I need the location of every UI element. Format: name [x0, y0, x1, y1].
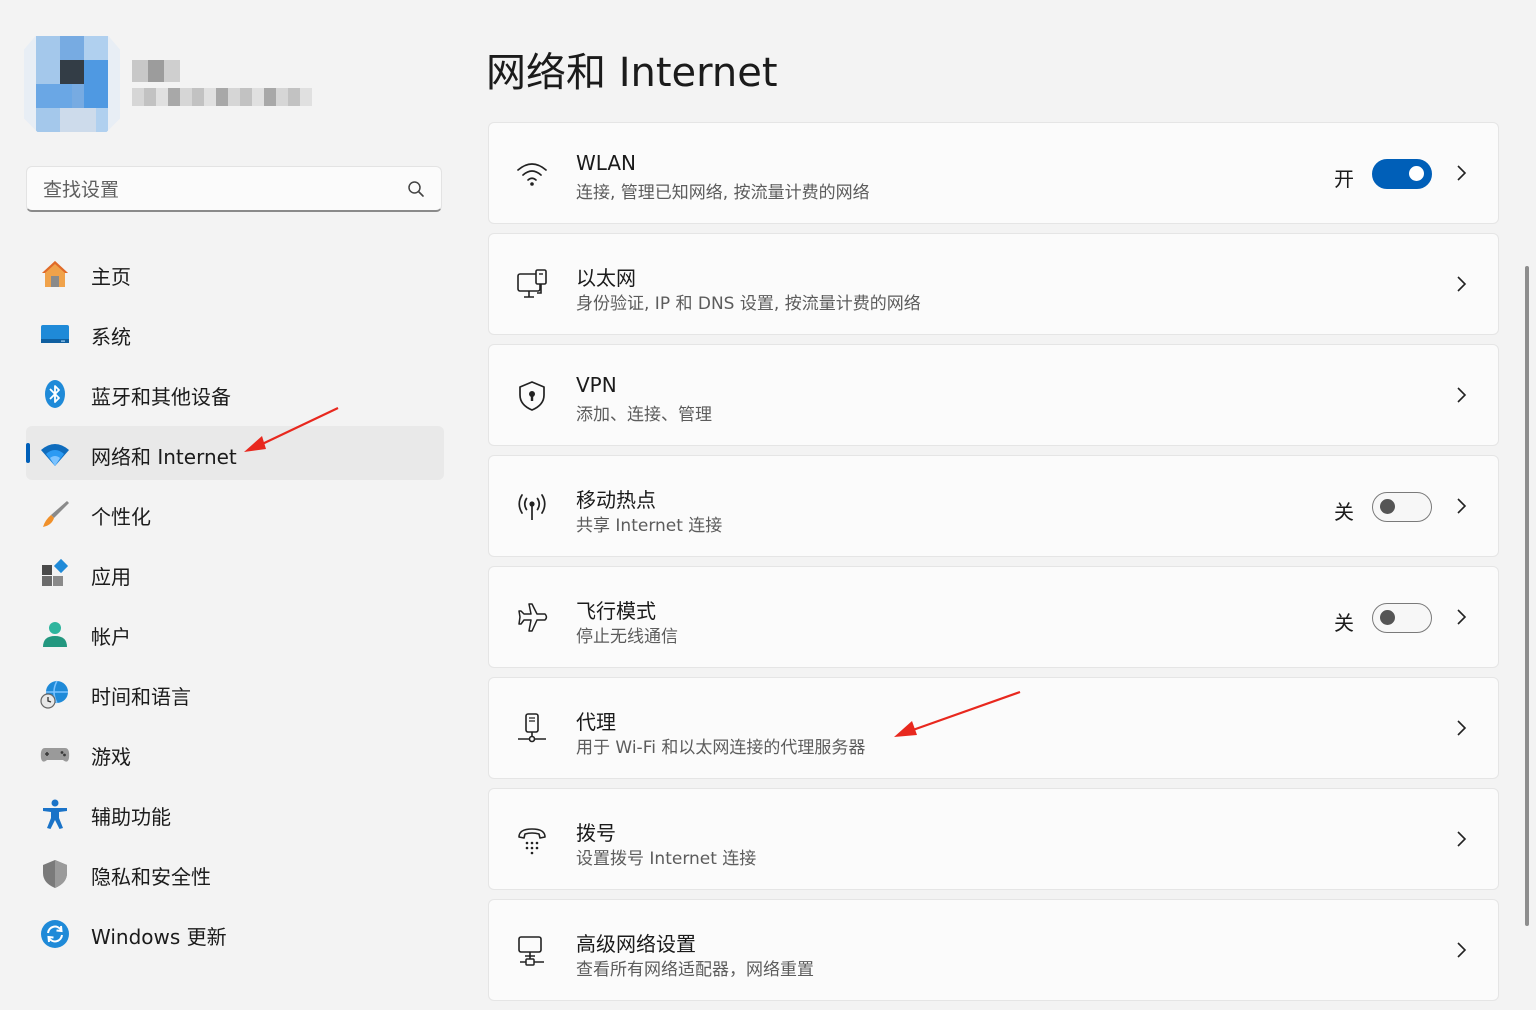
- card-advanced-network[interactable]: 高级网络设置 查看所有网络适配器，网络重置: [488, 899, 1499, 1001]
- card-ethernet[interactable]: 以太网 身份验证, IP 和 DNS 设置, 按流量计费的网络: [488, 233, 1499, 335]
- card-vpn[interactable]: VPN 添加、连接、管理: [488, 344, 1499, 446]
- toggle-state-label: 开: [1334, 167, 1354, 191]
- card-mobile-hotspot[interactable]: 移动热点 共享 Internet 连接 关: [488, 455, 1499, 557]
- sidebar-item-gaming[interactable]: 游戏: [26, 726, 444, 780]
- chevron-right-icon: [1457, 498, 1467, 514]
- sidebar-item-label: 主页: [91, 265, 131, 289]
- card-subtitle: 停止无线通信: [576, 627, 678, 647]
- sidebar-item-system[interactable]: 系统: [26, 306, 444, 360]
- home-icon: [42, 261, 68, 287]
- sidebar-item-label: 隐私和安全性: [91, 865, 211, 889]
- sidebar-item-bluetooth[interactable]: 蓝牙和其他设备: [26, 366, 444, 420]
- sidebar-nav: 主页 系统 蓝牙和其他设备 网络和 Internet 个性化 应用 帐户 时间和…: [26, 246, 444, 966]
- advanced-network-icon: [518, 936, 544, 966]
- card-title: 高级网络设置: [576, 932, 696, 956]
- card-title: 飞行模式: [576, 599, 656, 623]
- card-subtitle: 设置拨号 Internet 连接: [576, 849, 757, 869]
- proxy-icon: [518, 713, 546, 743]
- sidebar-item-personalization[interactable]: 个性化: [26, 486, 444, 540]
- brush-icon: [43, 501, 69, 527]
- toggle-state-label: 关: [1334, 500, 1354, 524]
- chevron-right-icon: [1457, 609, 1467, 625]
- shield-icon: [43, 860, 67, 888]
- accessibility-icon: [43, 799, 67, 829]
- sidebar-item-label: 游戏: [91, 745, 131, 769]
- chevron-right-icon: [1457, 276, 1467, 292]
- ethernet-icon: [517, 269, 547, 298]
- update-icon: [41, 920, 69, 948]
- user-name-blurred: [132, 60, 180, 82]
- avatar[interactable]: [24, 36, 120, 132]
- user-email-blurred: [132, 88, 312, 106]
- vpn-shield-icon: [519, 381, 545, 411]
- card-subtitle: 共享 Internet 连接: [576, 516, 723, 536]
- chevron-right-icon: [1457, 387, 1467, 403]
- apps-icon: [42, 558, 69, 586]
- sidebar-item-windows-update[interactable]: Windows 更新: [26, 906, 444, 960]
- sidebar-item-privacy[interactable]: 隐私和安全性: [26, 846, 444, 900]
- card-subtitle: 连接, 管理已知网络, 按流量计费的网络: [576, 183, 870, 203]
- chevron-right-icon: [1457, 831, 1467, 847]
- card-title: 移动热点: [576, 488, 656, 512]
- chevron-right-icon: [1457, 165, 1467, 181]
- sidebar-item-label: 帐户: [91, 625, 131, 649]
- sidebar-item-label: 个性化: [91, 505, 151, 529]
- globe-clock-icon: [40, 680, 68, 709]
- sidebar-item-time-language[interactable]: 时间和语言: [26, 666, 444, 720]
- card-title: VPN: [576, 373, 617, 397]
- sidebar-item-label: 辅助功能: [91, 805, 171, 829]
- page-title: 网络和 Internet: [486, 50, 778, 96]
- card-wlan[interactable]: WLAN 连接, 管理已知网络, 按流量计费的网络 开: [488, 122, 1499, 224]
- scrollbar[interactable]: [1525, 266, 1529, 926]
- sidebar-item-label: 时间和语言: [91, 685, 191, 709]
- wifi-icon: [41, 444, 69, 466]
- card-title: 以太网: [576, 266, 636, 290]
- airplane-mode-toggle[interactable]: [1372, 603, 1432, 633]
- sidebar-item-apps[interactable]: 应用: [26, 546, 444, 600]
- chevron-right-icon: [1457, 720, 1467, 736]
- search-input[interactable]: [41, 175, 395, 205]
- sidebar-item-label: 应用: [91, 565, 131, 589]
- sidebar: 主页 系统 蓝牙和其他设备 网络和 Internet: [0, 0, 468, 999]
- settings-list: WLAN 连接, 管理已知网络, 按流量计费的网络 开 以太网 身份验证, IP…: [488, 122, 1499, 1010]
- toggle-state-label: 关: [1334, 611, 1354, 635]
- sidebar-item-label: 系统: [91, 325, 131, 349]
- card-title: 代理: [576, 710, 616, 734]
- search-box[interactable]: [26, 166, 442, 212]
- card-airplane-mode[interactable]: 飞行模式 停止无线通信 关: [488, 566, 1499, 668]
- gamepad-icon: [40, 748, 70, 762]
- card-proxy[interactable]: 代理 用于 Wi-Fi 和以太网连接的代理服务器: [488, 677, 1499, 779]
- card-dial-up[interactable]: 拨号 设置拨号 Internet 连接: [488, 788, 1499, 890]
- card-subtitle: 添加、连接、管理: [576, 405, 712, 425]
- monitor-icon: [41, 325, 69, 343]
- sidebar-item-network[interactable]: 网络和 Internet: [26, 426, 444, 480]
- wifi-outline-icon: [517, 163, 547, 186]
- card-subtitle: 查看所有网络适配器，网络重置: [576, 960, 814, 980]
- hotspot-icon: [518, 494, 546, 520]
- hotspot-toggle[interactable]: [1372, 492, 1432, 522]
- bluetooth-icon: [45, 380, 65, 408]
- chevron-right-icon: [1457, 942, 1467, 958]
- sidebar-item-label: Windows 更新: [91, 925, 227, 949]
- card-title: WLAN: [576, 151, 637, 175]
- wlan-toggle[interactable]: [1372, 159, 1432, 189]
- search-icon[interactable]: [407, 180, 425, 198]
- card-title: 拨号: [576, 821, 616, 845]
- airplane-icon: [518, 603, 548, 632]
- card-subtitle: 用于 Wi-Fi 和以太网连接的代理服务器: [576, 738, 866, 758]
- sidebar-item-accounts[interactable]: 帐户: [26, 606, 444, 660]
- card-subtitle: 身份验证, IP 和 DNS 设置, 按流量计费的网络: [576, 294, 921, 314]
- sidebar-item-label: 蓝牙和其他设备: [91, 385, 231, 409]
- sidebar-item-accessibility[interactable]: 辅助功能: [26, 786, 444, 840]
- sidebar-item-label: 网络和 Internet: [91, 445, 237, 469]
- sidebar-item-home[interactable]: 主页: [26, 246, 444, 300]
- dialup-icon: [518, 828, 546, 855]
- person-icon: [43, 622, 67, 647]
